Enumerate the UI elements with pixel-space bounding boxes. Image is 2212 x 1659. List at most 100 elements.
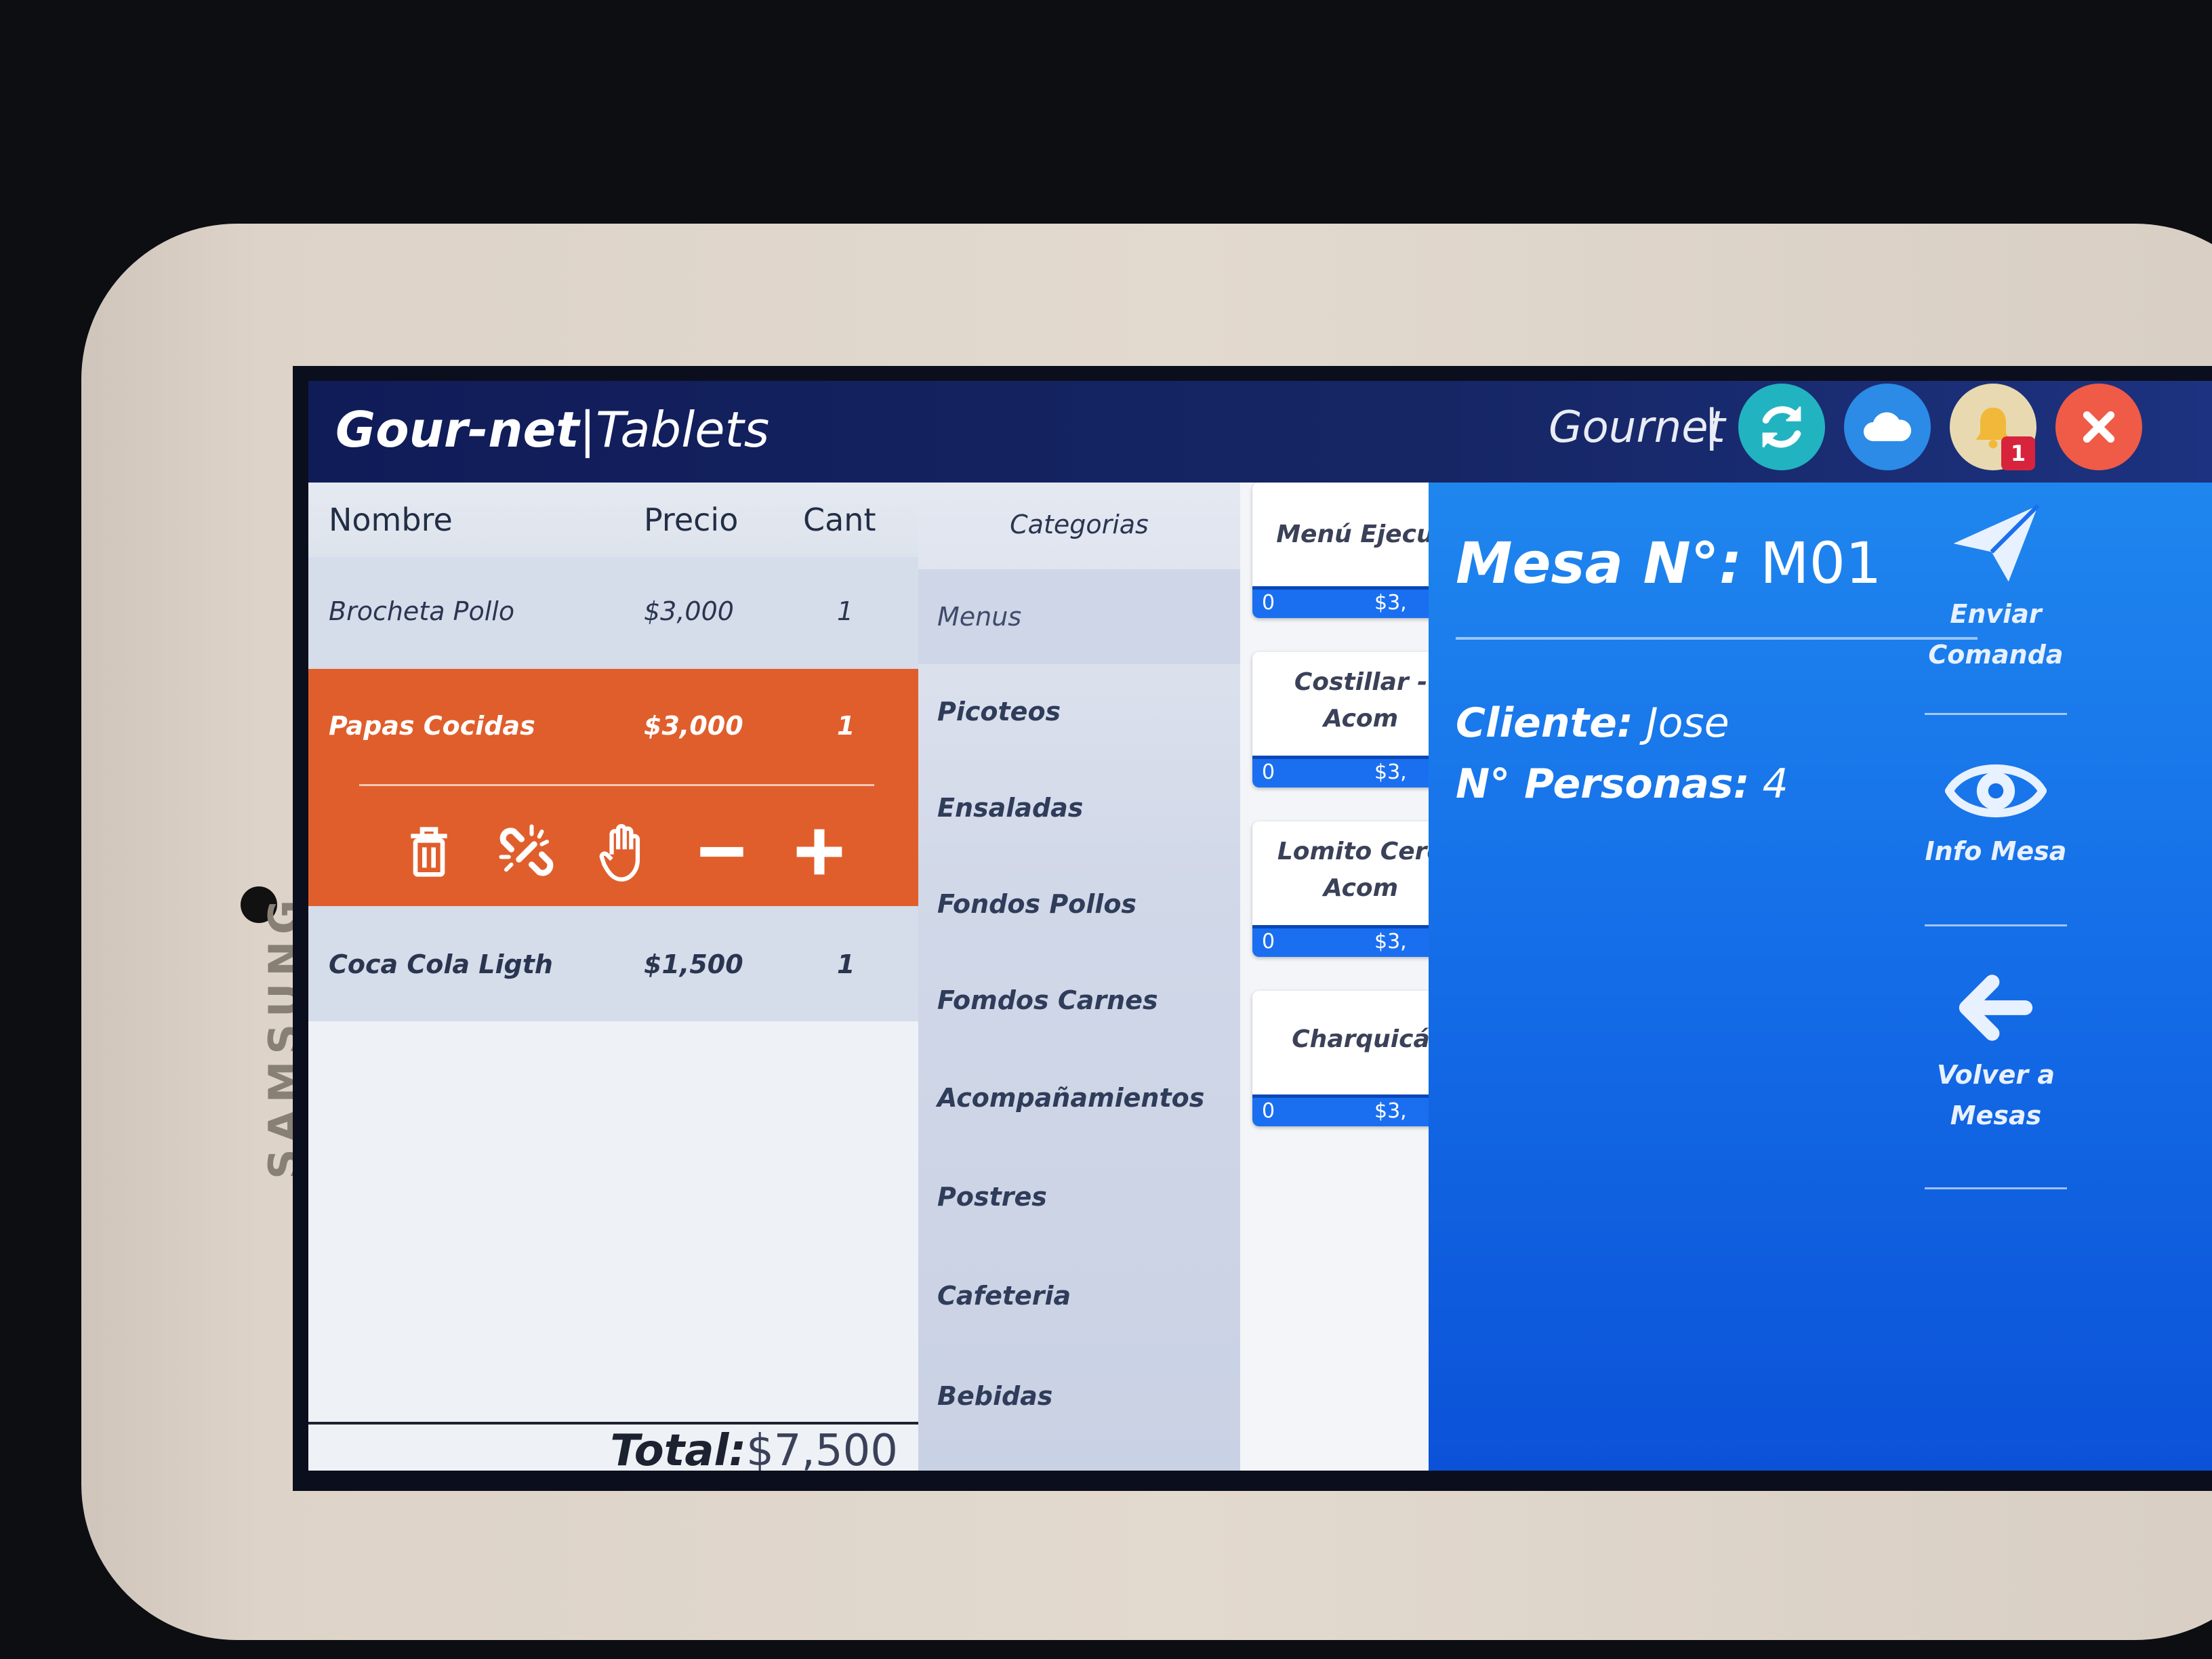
category-postres[interactable]: Postres xyxy=(918,1149,1240,1244)
client-label: Cliente: xyxy=(1456,699,1633,747)
column-header-price: Precio xyxy=(644,501,739,538)
categories-panel: Categorias Menus Picoteos Ensaladas Fond… xyxy=(918,483,1240,1471)
notifications-button[interactable]: 1 xyxy=(1950,384,2036,470)
total-divider xyxy=(308,1422,918,1425)
order-panel: Nombre Precio Cant Brocheta Pollo $3,000… xyxy=(308,483,918,1471)
close-icon xyxy=(2083,411,2115,443)
product-bar: 0 $3, xyxy=(1252,925,1443,957)
order-row[interactable]: Brocheta Pollo $3,000 1 xyxy=(308,557,918,669)
product-price: $3, xyxy=(1374,760,1407,784)
increase-qty-button[interactable] xyxy=(787,819,852,884)
product-card[interactable]: Costillar - Acom 0 $3, xyxy=(1252,652,1443,787)
item-price: $3,000 xyxy=(644,596,734,626)
category-picoteos[interactable]: Picoteos xyxy=(918,664,1240,759)
product-name: Menú Ejecut xyxy=(1276,520,1443,548)
category-bebidas[interactable]: Bebidas xyxy=(918,1349,1240,1443)
item-name: Brocheta Pollo xyxy=(329,596,515,626)
app-title-separator: | xyxy=(579,401,596,458)
product-qty: 0 xyxy=(1262,591,1275,615)
column-header-name: Nombre xyxy=(329,501,453,538)
product-name: Costillar - Acom xyxy=(1294,668,1428,733)
item-name: Papas Cocidas xyxy=(329,711,535,741)
minus-icon xyxy=(700,846,743,857)
decrease-qty-button[interactable] xyxy=(689,819,754,884)
item-name: Coca Cola Ligth xyxy=(329,949,553,979)
selected-row-divider xyxy=(359,784,874,786)
item-qty: 1 xyxy=(837,949,855,979)
order-row[interactable]: Coca Cola Ligth $1,500 1 xyxy=(308,906,918,1021)
app-title-light: Tablets xyxy=(595,401,770,458)
unlink-icon xyxy=(499,824,554,876)
close-button[interactable] xyxy=(2055,384,2142,470)
plus-icon xyxy=(796,829,842,875)
table-info-label: Info Mesa xyxy=(1925,836,2067,866)
category-fomdos-carnes[interactable]: Fomdos Carnes xyxy=(918,953,1240,1048)
table-number-label: Mesa N°: xyxy=(1456,530,1742,596)
product-price: $3, xyxy=(1374,591,1407,615)
item-actions xyxy=(396,811,852,893)
order-total: Total:$7,500 xyxy=(610,1426,898,1471)
send-icon xyxy=(1953,504,2040,582)
refresh-button[interactable] xyxy=(1738,384,1825,470)
send-order-button[interactable]: Enviar Comanda xyxy=(1918,496,2074,675)
guests-value: 4 xyxy=(1762,760,1788,808)
product-price: $3, xyxy=(1374,1099,1407,1123)
total-value: $7,500 xyxy=(746,1426,898,1471)
hold-item-button[interactable] xyxy=(592,819,657,884)
table-number: Mesa N°: M01 xyxy=(1456,530,1881,596)
client-value: Jose xyxy=(1646,699,1729,747)
product-card[interactable]: Menú Ejecut 0 $3, xyxy=(1252,483,1443,618)
user-separator: | xyxy=(1704,401,1719,451)
client-info: Cliente: Jose xyxy=(1456,699,1729,747)
order-row-selected[interactable]: Papas Cocidas $3,000 1 xyxy=(308,669,918,906)
category-menus[interactable]: Menus xyxy=(918,569,1240,664)
order-table-header: Nombre Precio Cant xyxy=(308,483,918,557)
product-bar: 0 $3, xyxy=(1252,756,1443,787)
trash-icon xyxy=(411,827,447,877)
product-bar: 0 $3, xyxy=(1252,586,1443,618)
arrow-left-icon xyxy=(1959,975,2033,1041)
side-actions: Enviar Comanda Info Mesa Volver a Mesas xyxy=(1898,483,2212,1471)
product-qty: 0 xyxy=(1262,760,1275,784)
back-to-tables-button[interactable]: Volver a Mesas xyxy=(1918,964,2074,1136)
guests-label: N° Personas: xyxy=(1456,760,1750,808)
delete-item-button[interactable] xyxy=(396,819,462,884)
table-info-button[interactable]: Info Mesa xyxy=(1918,754,2074,872)
user-name: Gournet xyxy=(1549,403,1725,453)
column-header-qty: Cant xyxy=(803,501,876,538)
eye-icon xyxy=(1944,764,2047,818)
side-divider xyxy=(1925,713,2067,715)
cloud-icon xyxy=(1864,412,1912,441)
products-panel: Menú Ejecut 0 $3, Costillar - Acom 0 $3,… xyxy=(1240,483,1443,1471)
side-divider xyxy=(1925,1187,2067,1189)
category-cafeteria[interactable]: Cafeteria xyxy=(918,1248,1240,1343)
product-name: Lomito Cerd Acom xyxy=(1277,838,1443,902)
send-order-label: Enviar Comanda xyxy=(1928,599,2064,670)
product-qty: 0 xyxy=(1262,1099,1275,1123)
product-name: Charquicá xyxy=(1292,1025,1430,1053)
unlink-item-button[interactable] xyxy=(494,819,559,884)
app-screen: Gour-net|Tablets Gournet | 1 Nombre Prec… xyxy=(308,381,2212,1471)
app-header: Gour-net|Tablets Gournet | 1 xyxy=(308,381,2212,483)
category-acompanamientos[interactable]: Acompañamientos xyxy=(918,1050,1240,1145)
cloud-button[interactable] xyxy=(1844,384,1931,470)
product-price: $3, xyxy=(1374,930,1407,954)
refresh-icon xyxy=(1762,406,1801,448)
table-number-value: M01 xyxy=(1760,530,1882,596)
item-price: $1,500 xyxy=(644,949,743,979)
hand-icon xyxy=(599,823,640,882)
category-fondos-pollos[interactable]: Fondos Pollos xyxy=(918,857,1240,951)
product-qty: 0 xyxy=(1262,930,1275,954)
notification-badge: 1 xyxy=(2001,436,2035,470)
categories-title: Categorias xyxy=(1010,510,1149,539)
item-qty: 1 xyxy=(837,711,855,741)
category-ensaladas[interactable]: Ensaladas xyxy=(918,760,1240,855)
back-to-tables-label: Volver a Mesas xyxy=(1937,1060,2055,1130)
item-price: $3,000 xyxy=(644,711,743,741)
product-bar: 0 $3, xyxy=(1252,1094,1443,1126)
product-card[interactable]: Charquicá 0 $3, xyxy=(1252,991,1443,1126)
app-title: Gour-net|Tablets xyxy=(335,401,769,458)
guests-info: N° Personas: 4 xyxy=(1456,760,1788,808)
product-card[interactable]: Lomito Cerd Acom 0 $3, xyxy=(1252,821,1443,957)
total-label: Total: xyxy=(610,1426,747,1471)
